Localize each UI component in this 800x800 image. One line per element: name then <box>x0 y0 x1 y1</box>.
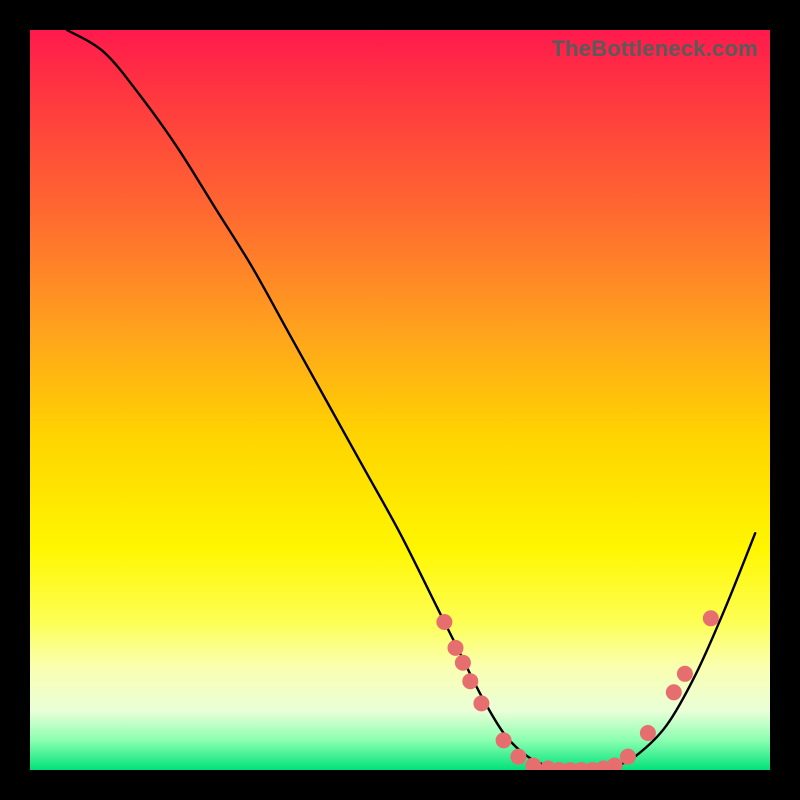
data-point <box>510 749 526 765</box>
data-point <box>525 758 541 770</box>
bottleneck-curve <box>67 30 755 770</box>
data-point <box>677 666 693 682</box>
data-point <box>496 732 512 748</box>
data-point <box>455 655 471 671</box>
data-point <box>448 640 464 656</box>
data-point <box>666 684 682 700</box>
plot-area: TheBottleneck.com <box>30 30 770 770</box>
data-point <box>703 610 719 626</box>
chart-svg <box>30 30 770 770</box>
data-point <box>436 614 452 630</box>
chart-frame: TheBottleneck.com <box>0 0 800 800</box>
data-point <box>620 749 636 765</box>
data-point <box>607 758 623 770</box>
data-point <box>473 695 489 711</box>
data-point <box>640 725 656 741</box>
data-point <box>462 673 478 689</box>
